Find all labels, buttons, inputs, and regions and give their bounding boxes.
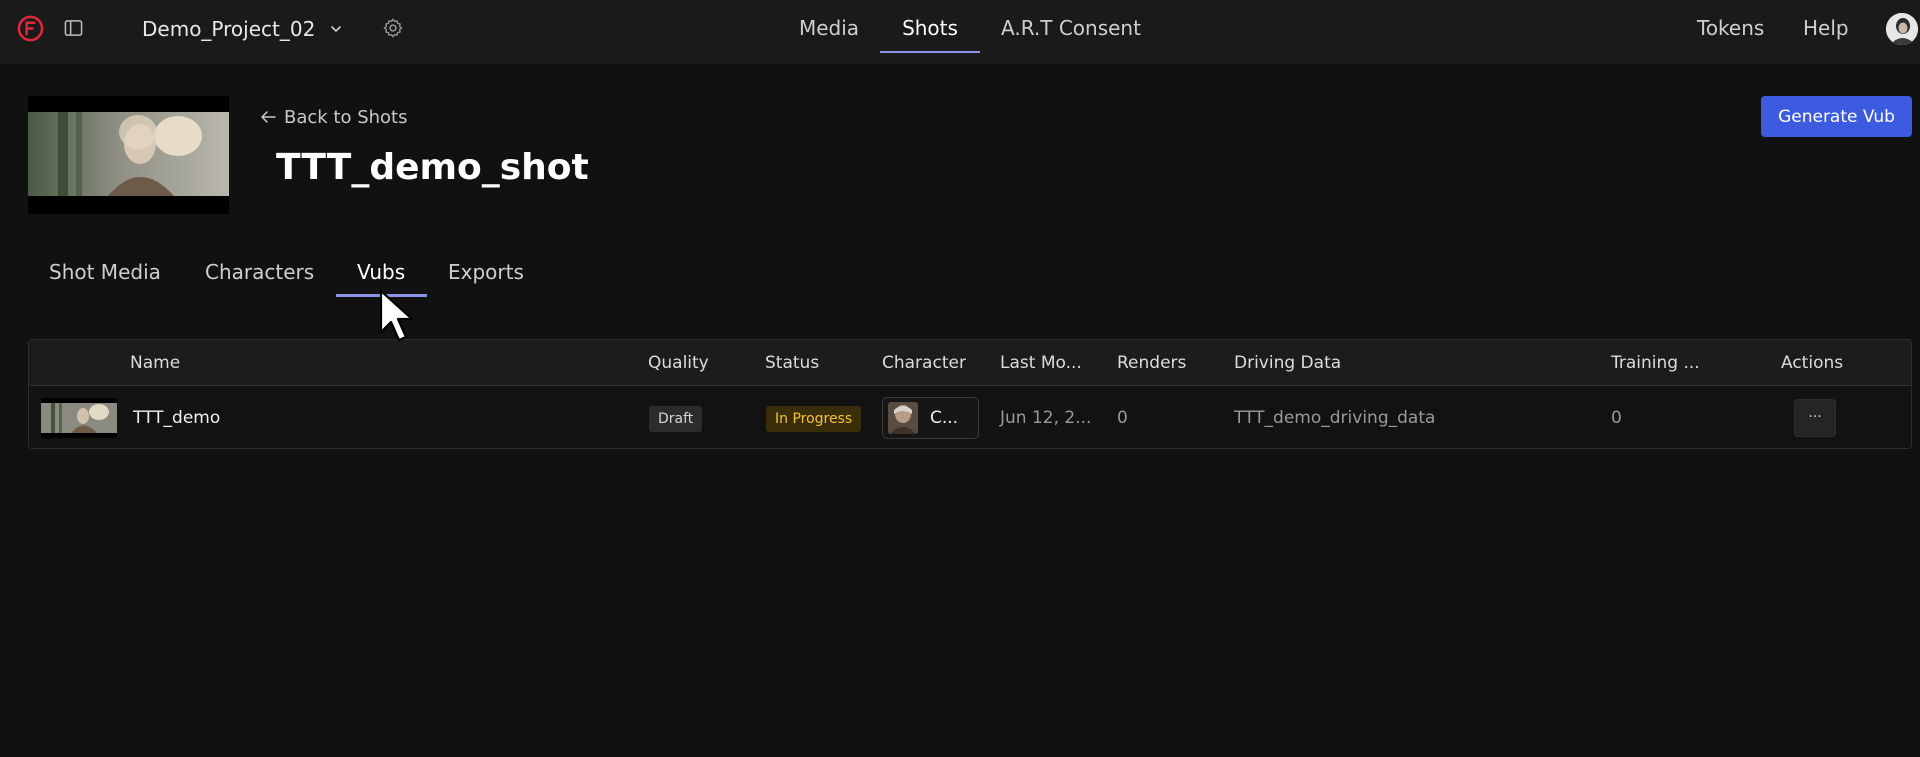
top-bar: Demo_Project_02 Media Shots A.R.T Consen… xyxy=(0,0,1920,64)
character-chip[interactable]: C... xyxy=(882,397,979,439)
table-row[interactable]: TTT_demo Draft In Progress C... Jun 12, … xyxy=(29,387,1911,449)
chevron-down-icon xyxy=(331,26,342,33)
shot-thumbnail xyxy=(28,96,229,214)
renders-cell: 0 xyxy=(1117,408,1128,428)
column-header-actions: Actions xyxy=(1781,353,1844,373)
nav-tokens[interactable]: Tokens xyxy=(1697,0,1764,56)
tab-exports[interactable]: Exports xyxy=(448,257,524,287)
character-portrait-icon xyxy=(888,402,918,434)
nav-art-consent[interactable]: A.R.T Consent xyxy=(996,0,1146,54)
arrow-left-icon xyxy=(261,111,276,123)
page-title: TTT_demo_shot xyxy=(276,147,589,188)
generate-vub-button[interactable]: Generate Vub xyxy=(1761,96,1912,137)
back-to-shots-link[interactable]: Back to Shots xyxy=(260,104,408,130)
vub-name[interactable]: TTT_demo xyxy=(133,387,220,449)
nav-active-indicator xyxy=(880,51,980,53)
table-header: Name Quality Status Character Last Mo...… xyxy=(29,340,1911,386)
quality-badge: Draft xyxy=(649,406,703,432)
last-modified-cell: Jun 12, 2... xyxy=(1000,408,1092,428)
project-name: Demo_Project_02 xyxy=(142,17,316,41)
training-cell: 0 xyxy=(1611,408,1622,428)
tab-shot-media[interactable]: Shot Media xyxy=(49,257,161,287)
column-header-renders[interactable]: Renders xyxy=(1117,340,1186,386)
vub-thumbnail-image xyxy=(41,398,117,438)
gear-icon[interactable] xyxy=(382,17,404,39)
project-switcher[interactable]: Demo_Project_02 xyxy=(142,14,343,44)
column-header-driving-data[interactable]: Driving Data xyxy=(1234,340,1341,386)
tab-vubs[interactable]: Vubs xyxy=(357,257,405,287)
vubs-table: Name Quality Status Character Last Mo...… xyxy=(28,339,1912,449)
status-badge: In Progress xyxy=(766,406,862,432)
nav-help[interactable]: Help xyxy=(1803,0,1849,56)
vub-thumbnail xyxy=(41,398,117,438)
shot-thumbnail-image xyxy=(28,96,229,214)
column-header-status[interactable]: Status xyxy=(765,340,819,386)
brand-logo-icon[interactable] xyxy=(17,15,44,42)
tab-characters[interactable]: Characters xyxy=(205,257,314,287)
column-header-character[interactable]: Character xyxy=(882,340,966,386)
sidebar-toggle-icon[interactable] xyxy=(64,19,83,37)
mouse-pointer-icon xyxy=(379,289,414,342)
column-header-name[interactable]: Name xyxy=(130,340,180,386)
column-header-quality[interactable]: Quality xyxy=(648,340,709,386)
row-actions-button[interactable]: ··· xyxy=(1794,399,1836,437)
nav-media[interactable]: Media xyxy=(792,0,866,54)
driving-data-cell: TTT_demo_driving_data xyxy=(1234,408,1436,428)
character-avatar xyxy=(888,402,918,434)
column-header-training[interactable]: Training ... xyxy=(1611,340,1700,386)
nav-shots[interactable]: Shots xyxy=(880,0,980,54)
character-name: C... xyxy=(930,408,959,428)
avatar[interactable] xyxy=(1886,13,1918,45)
column-header-last-modified[interactable]: Last Mo... xyxy=(1000,340,1082,386)
back-link-label: Back to Shots xyxy=(284,106,408,128)
user-avatar-icon xyxy=(1886,13,1918,45)
